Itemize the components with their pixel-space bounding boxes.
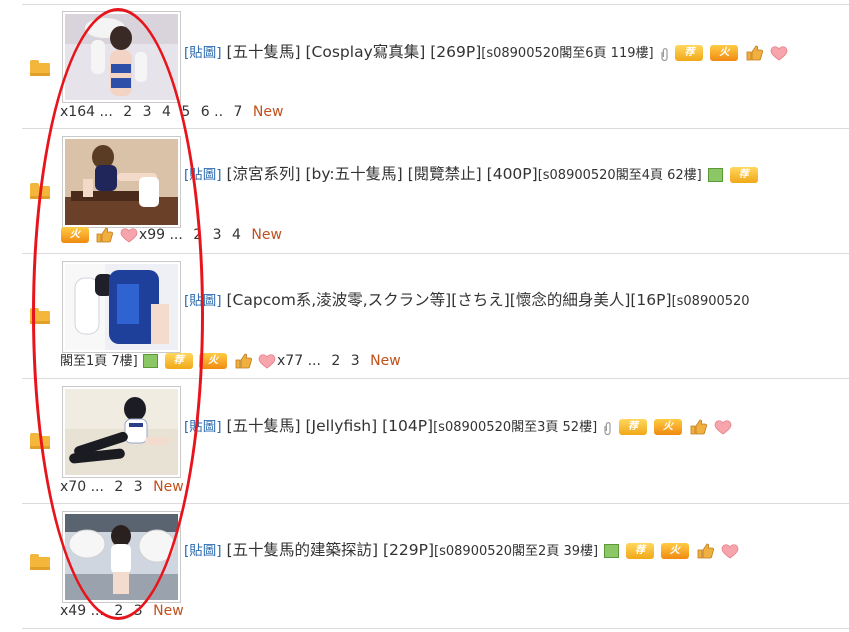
hot-badge-icon: 火 [660,542,689,559]
heart-icon [721,543,739,559]
recommend-badge-icon: 荐 [625,542,654,559]
new-link[interactable]: New [153,603,184,619]
page-link[interactable]: 3 [213,227,222,243]
thread-line: [貼圖] [涼宮系列] [by:五十隻馬] [閱覽禁止] [400P][s089… [184,164,759,186]
page-link[interactable]: 4 [232,227,241,243]
recommend-badge-icon: 荐 [675,44,704,61]
recommend-badge-icon: 荐 [619,418,648,435]
thread-title-link[interactable]: [五十隻馬] [Cosplay寫真集] [269P] [226,43,481,61]
page-ellipsis: .. [214,104,224,120]
hot-badge-icon: 火 [199,353,228,369]
recommend-badge-icon: 荐 [729,166,758,183]
thread-title-link[interactable]: [涼宮系列] [by:五十隻馬] [閱覽禁止] [400P] [226,165,537,183]
thumbs-up-icon [745,45,764,61]
folder-icon [30,554,50,570]
hot-badge-icon: 火 [653,418,682,435]
thread-title-link[interactable]: [五十隻馬] [Jellyfish] [104P] [226,417,433,435]
attachment-icon [660,46,669,61]
thread-last-post-info[interactable]: [s08900520閣至2頁 39樓] [434,544,598,559]
new-link[interactable]: New [251,227,282,243]
thread-last-post-info[interactable]: [s08900520閣至4頁 62樓] [538,168,702,183]
thread-category-link[interactable]: [貼圖] [184,543,222,559]
thread-line: [貼圖] [五十隻馬] [Jellyfish] [104P][s08900520… [184,416,733,438]
attachment-icon [603,420,612,435]
thumbs-up-icon [234,353,252,369]
heart-icon [770,45,788,61]
hot-badge-icon: 火 [710,44,739,61]
thread-line: [貼圖] [五十隻馬的建築探訪] [229P][s08900520閣至2頁 39… [184,540,740,562]
thread-last-post-info[interactable]: [s08900520閣至6頁 119樓] [481,46,653,61]
thread-line: [貼圖] [五十隻馬] [Cosplay寫真集] [269P][s0890052… [184,42,789,64]
red-highlight-ellipse [32,8,204,620]
page-ellipsis: ... [307,353,321,369]
image-icon [707,167,723,182]
thread-category-link[interactable]: [貼圖] [184,45,222,61]
thumbs-up-icon [696,543,714,559]
heart-icon [258,353,276,369]
page-link[interactable]: 3 [351,353,360,369]
heart-icon [714,419,732,435]
image-icon [604,543,620,558]
page-link[interactable]: 6 [201,104,210,120]
thumbs-up-icon [689,419,707,435]
folder-icon [30,60,50,76]
page-link[interactable]: 7 [234,104,243,120]
page-link[interactable]: 2 [331,353,340,369]
thread-line: [貼圖] [Capcom系,淩波零,スクラン等][さちえ][懷念的細身美人][1… [184,290,750,312]
view-count: x49 [60,603,87,619]
view-count: x77 [277,353,304,369]
thread-last-post-info[interactable]: [s08900520 [672,294,750,309]
new-link[interactable]: New [370,353,401,369]
thread-last-post-info[interactable]: [s08900520閣至3頁 52樓] [433,420,597,435]
thread-title-link[interactable]: [Capcom系,淩波零,スクラン等][さちえ][懷念的細身美人][16P] [226,291,671,309]
thread-title-link[interactable]: [五十隻馬的建築探訪] [229P] [226,541,434,559]
new-link[interactable]: New [253,104,284,120]
